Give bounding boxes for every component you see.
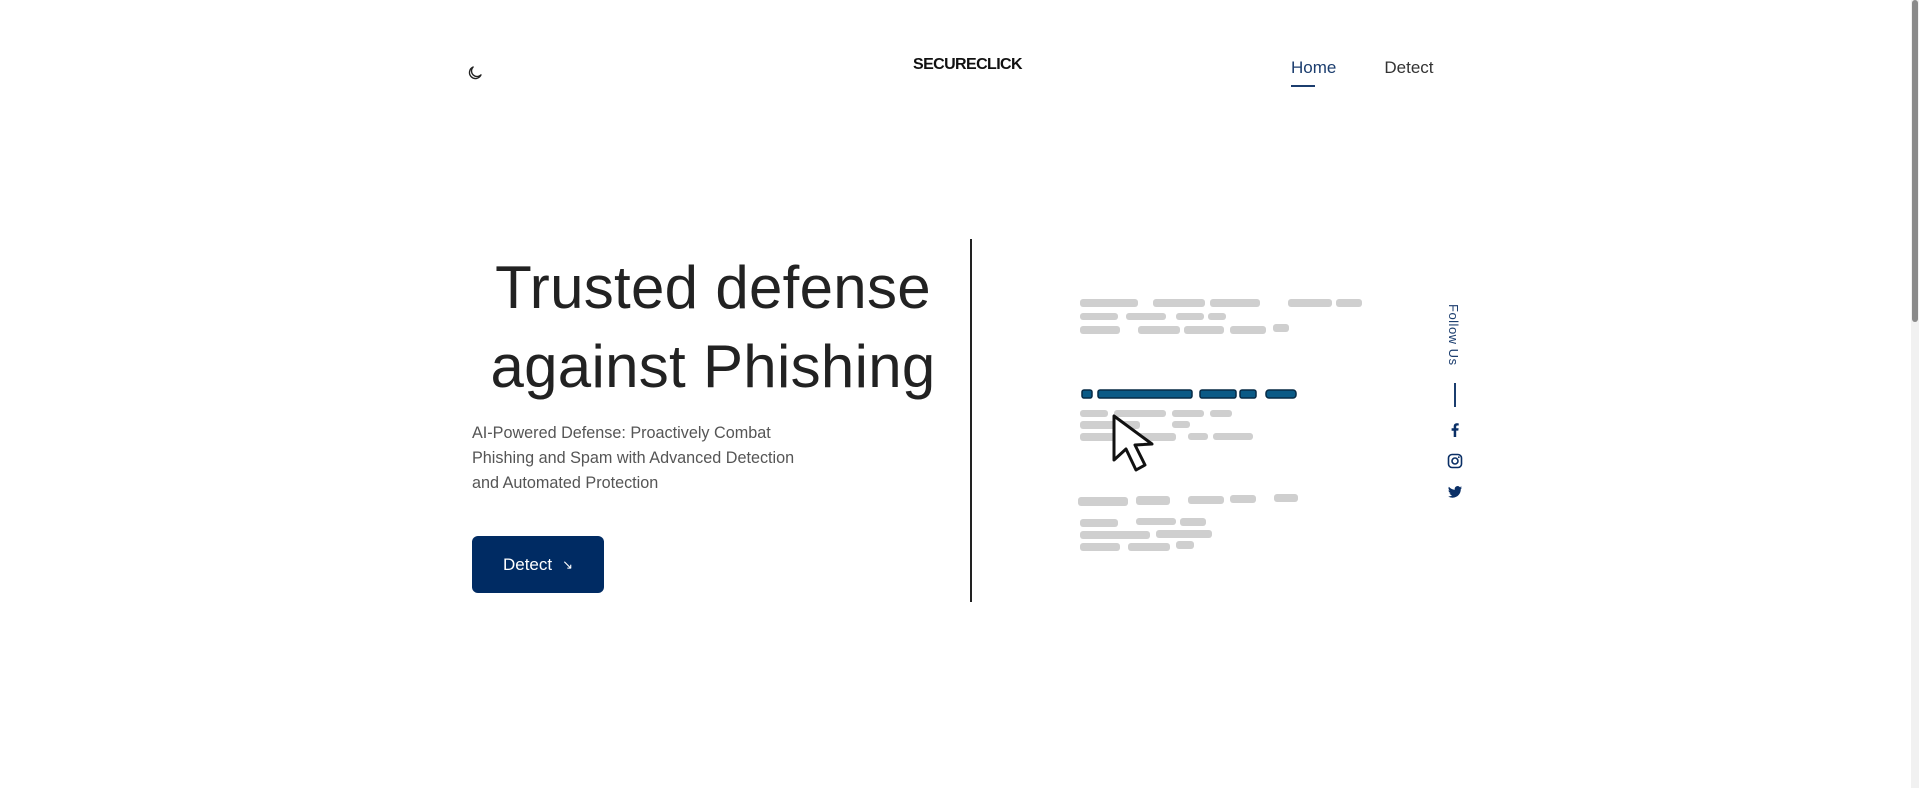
hero-subtitle-line-2: Phishing and Spam with Advanced Detectio… — [472, 449, 795, 467]
hero-title-line-2: against Phishing — [490, 333, 936, 400]
brand-logo[interactable]: SECURECLICK — [913, 56, 1023, 74]
page-scrollbar[interactable] — [1911, 0, 1919, 788]
landing-page: SECURECLICK Home Detect Trusted defense … — [0, 0, 1919, 788]
text-placeholder-block-top — [1080, 299, 1362, 334]
text-placeholder-block-middle — [1080, 410, 1253, 441]
hero-subtitle-line-1: AI-Powered Defense: Proactively Combat — [472, 424, 771, 442]
email-link-cursor-illustration — [1078, 299, 1362, 551]
moon-icon — [468, 66, 482, 80]
follow-divider — [1454, 383, 1456, 407]
facebook-icon[interactable] — [1447, 422, 1463, 438]
scrollbar-thumb[interactable] — [1912, 0, 1918, 322]
theme-toggle-button[interactable] — [466, 64, 486, 84]
main-nav: Home Detect — [1291, 58, 1434, 87]
nav-home-link[interactable]: Home — [1291, 58, 1336, 87]
text-placeholder-block-bottom — [1078, 494, 1298, 551]
instagram-icon[interactable] — [1447, 453, 1463, 469]
hero-subtitle: AI-Powered Defense: Proactively Combat P… — [472, 421, 842, 496]
nav-detect-link[interactable]: Detect — [1384, 58, 1433, 78]
highlighted-link-placeholder — [1081, 389, 1297, 399]
hero-subtitle-line-3: and Automated Protection — [472, 474, 659, 492]
follow-us-label: Follow Us — [1446, 304, 1461, 366]
hero-title-line-1: Trusted defense — [495, 254, 931, 321]
hero-title: Trusted defense against Phishing — [468, 248, 958, 406]
arrow-down-right-icon: ↘ — [562, 556, 574, 572]
hero-divider — [970, 239, 972, 602]
detect-button-label: Detect — [502, 554, 553, 574]
detect-button[interactable]: Detect ↘ — [472, 536, 604, 593]
twitter-icon[interactable] — [1447, 484, 1463, 500]
